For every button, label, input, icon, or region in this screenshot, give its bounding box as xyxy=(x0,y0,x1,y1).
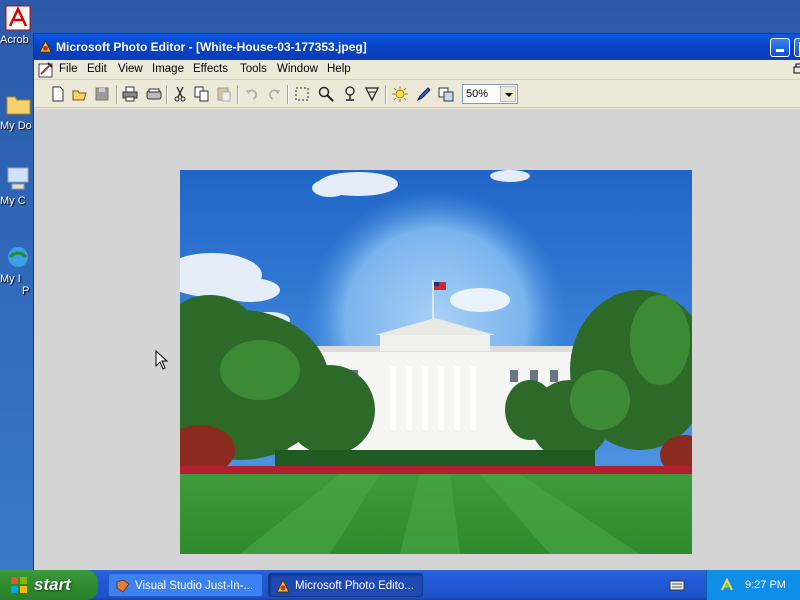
clock[interactable]: 9:27 PM xyxy=(745,579,786,591)
toolbar-separator xyxy=(385,85,387,104)
my-documents-icon xyxy=(6,96,31,115)
mouse-cursor xyxy=(155,350,169,370)
transparency-icon xyxy=(364,87,380,102)
new-icon xyxy=(52,86,64,102)
pen-icon xyxy=(416,87,431,102)
zoom-value: 50% xyxy=(466,88,489,100)
desktop-icon-label: Acrob xyxy=(0,34,29,46)
restore-icon[interactable] xyxy=(793,63,800,74)
minimize-button[interactable] xyxy=(770,38,790,57)
balance-button[interactable] xyxy=(390,85,410,103)
desktop-icon-label: My C xyxy=(0,195,26,207)
taskbar-item-label: Microsoft Photo Edito... xyxy=(295,580,414,592)
acrobat-icon xyxy=(5,5,31,31)
taskbar-item-visual-studio[interactable]: Visual Studio Just-In-... xyxy=(108,573,263,597)
toolbar-separator xyxy=(166,85,168,104)
photo-editor-window[interactable]: Microsoft Photo Editor - [White-House-03… xyxy=(33,33,800,575)
properties-button[interactable] xyxy=(436,85,456,103)
menu-effects[interactable]: Effects xyxy=(193,63,228,75)
toolbar-separator xyxy=(116,85,118,104)
zoom-button[interactable] xyxy=(316,85,336,103)
menu-view[interactable]: View xyxy=(118,63,143,75)
smudge-button[interactable] xyxy=(340,85,360,103)
windows-flag-icon xyxy=(11,577,27,593)
network-icon[interactable] xyxy=(719,577,735,593)
desktop-icon-internet[interactable]: My I P xyxy=(0,243,32,297)
menu-tools[interactable]: Tools xyxy=(240,63,267,75)
photo-editor-app-icon xyxy=(276,578,290,593)
new-button[interactable] xyxy=(48,85,68,103)
toolbar-separator xyxy=(287,85,289,104)
image-canvas[interactable] xyxy=(34,109,800,574)
desktop-icon-label: My Do xyxy=(0,120,32,132)
desktop-icon-my-documents[interactable]: My Do xyxy=(0,90,32,132)
title-bar[interactable]: Microsoft Photo Editor - [White-House-03… xyxy=(34,34,800,60)
undo-button[interactable] xyxy=(242,85,262,103)
save-button[interactable] xyxy=(92,85,112,103)
taskbar: start Visual Studio Just-In-... Microsof… xyxy=(0,570,800,600)
redo-icon xyxy=(269,89,280,100)
save-icon xyxy=(95,87,109,101)
transparency-button[interactable] xyxy=(362,85,382,103)
menu-help[interactable]: Help xyxy=(327,63,351,75)
copy-icon xyxy=(194,86,209,102)
desktop-icon-label: My I xyxy=(0,273,21,285)
zoom-icon xyxy=(318,86,334,102)
copy-button[interactable] xyxy=(192,85,212,103)
menu-window[interactable]: Window xyxy=(277,63,318,75)
window-title: Microsoft Photo Editor - [White-House-03… xyxy=(56,40,367,54)
toolbar-separator xyxy=(237,85,239,104)
taskbar-item-photo-editor[interactable]: Microsoft Photo Edito... xyxy=(268,573,423,597)
visual-studio-icon xyxy=(116,579,130,593)
maximize-button[interactable] xyxy=(794,38,800,57)
menu-file[interactable]: File xyxy=(59,63,78,75)
my-computer-icon xyxy=(7,167,29,190)
pen-button[interactable] xyxy=(414,85,434,103)
redo-button[interactable] xyxy=(264,85,284,103)
start-label: start xyxy=(34,575,71,594)
scan-button[interactable] xyxy=(144,85,164,103)
print-button[interactable] xyxy=(120,85,140,103)
desktop-icon-label-line2: P xyxy=(22,285,30,297)
print-icon xyxy=(122,86,138,102)
start-button[interactable]: start xyxy=(0,570,98,600)
white-house-photo xyxy=(180,170,692,554)
select-icon xyxy=(295,87,309,101)
open-button[interactable] xyxy=(70,85,90,103)
menu-bar: File Edit View Image Effects Tools Windo… xyxy=(34,60,800,80)
internet-explorer-icon xyxy=(8,247,28,267)
desktop-icon-acrobat[interactable]: Acrob xyxy=(0,4,32,46)
properties-icon xyxy=(438,87,454,102)
menu-image[interactable]: Image xyxy=(152,63,184,75)
menu-edit[interactable]: Edit xyxy=(87,63,107,75)
paste-button[interactable] xyxy=(214,85,234,103)
paste-icon xyxy=(217,87,231,102)
toolbar: 50% xyxy=(34,81,800,108)
system-tray: 9:27 PM xyxy=(706,570,800,600)
desktop-icon-my-computer[interactable]: My C xyxy=(0,165,32,207)
zoom-select[interactable]: 50% xyxy=(462,84,518,104)
scan-icon xyxy=(146,88,162,100)
chevron-down-icon[interactable] xyxy=(500,86,516,102)
undo-icon xyxy=(246,89,257,100)
smudge-icon xyxy=(345,86,355,101)
photo-editor-app-icon xyxy=(39,39,52,53)
select-button[interactable] xyxy=(292,85,312,103)
balance-icon xyxy=(392,86,408,102)
cut-icon xyxy=(174,86,186,102)
keyboard-icon[interactable] xyxy=(669,578,685,592)
taskbar-item-label: Visual Studio Just-In-... xyxy=(135,580,254,592)
open-icon xyxy=(72,90,87,101)
cut-button[interactable] xyxy=(170,85,190,103)
document-icon[interactable] xyxy=(38,61,54,78)
